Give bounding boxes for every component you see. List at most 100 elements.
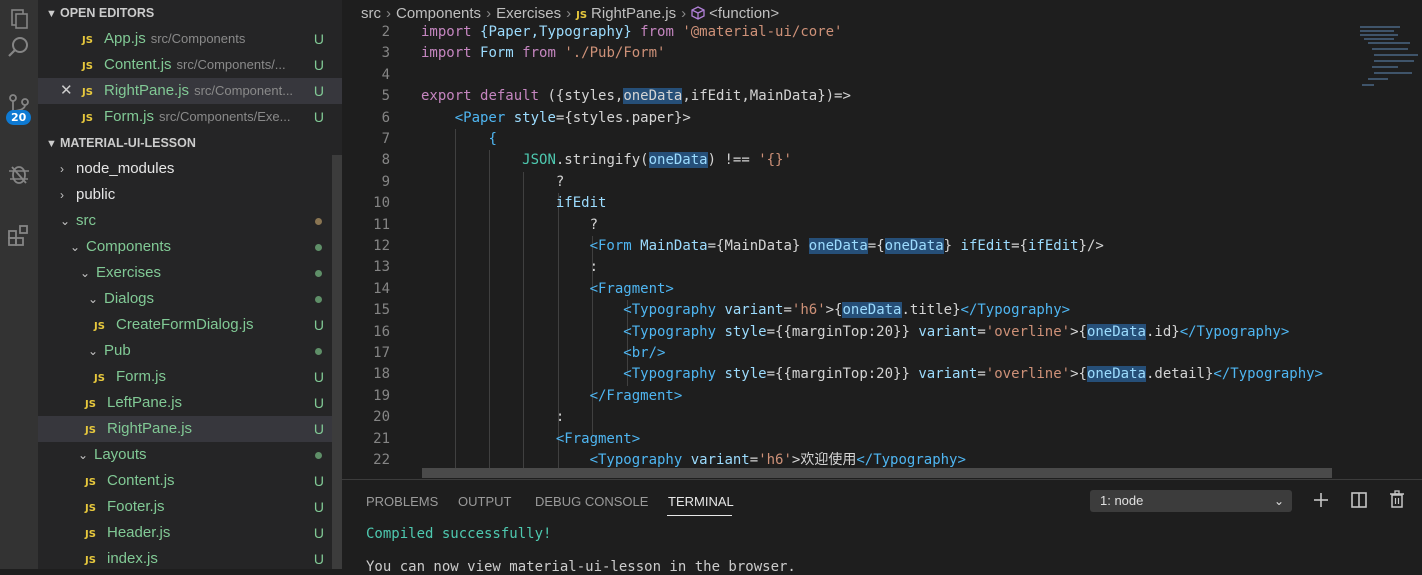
folder-layouts[interactable]: ⌄ Layouts xyxy=(38,442,342,468)
git-status: U xyxy=(313,421,324,437)
file-item[interactable]: JS LeftPane.js U xyxy=(38,390,342,416)
extensions-icon[interactable] xyxy=(0,216,38,254)
open-editor-item[interactable]: JS Content.js src/Components/... U xyxy=(38,52,342,78)
sidebar-scrollbar[interactable] xyxy=(332,155,342,569)
untracked-dot xyxy=(315,270,322,277)
file-item[interactable]: JS Header.js U xyxy=(38,520,342,546)
git-status: U xyxy=(313,499,324,515)
trash-icon[interactable] xyxy=(1388,490,1406,508)
breadcrumb-item[interactable]: src xyxy=(361,5,381,22)
open-editor-item[interactable]: JS Form.js src/Components/Exe... U xyxy=(38,104,342,130)
chevron-down-icon: ▼ xyxy=(46,138,57,150)
chevron-right-icon: › xyxy=(681,5,687,22)
folder-pub[interactable]: ⌄ Pub xyxy=(38,338,342,364)
folder-src[interactable]: ⌄ src xyxy=(38,208,342,234)
minimap[interactable] xyxy=(1352,22,1422,478)
file-item[interactable]: JS Form.js U xyxy=(38,364,342,390)
js-file-icon: JS xyxy=(94,373,105,384)
untracked-dot xyxy=(315,244,322,251)
minimap-line xyxy=(1368,78,1388,80)
minimap-line xyxy=(1364,38,1394,40)
chevron-down-icon: ⌄ xyxy=(80,266,91,280)
breadcrumb-file[interactable]: RightPane.js xyxy=(591,5,676,22)
js-file-icon: JS xyxy=(82,61,93,72)
chevron-down-icon: ⌄ xyxy=(1273,494,1284,508)
minimap-line xyxy=(1372,48,1408,50)
breadcrumb-item[interactable]: Exercises xyxy=(496,5,561,22)
js-file-icon: JS xyxy=(85,425,96,436)
file-item[interactable]: JS Footer.js U xyxy=(38,494,342,520)
git-status: U xyxy=(313,369,324,385)
scm-badge: 20 xyxy=(6,110,32,125)
git-status: U xyxy=(313,83,324,99)
code-editor[interactable]: 2 import {Paper,Typography} from '@materi… xyxy=(342,22,1352,474)
folder-node-modules[interactable]: › node_modules xyxy=(38,156,342,182)
minimap-line xyxy=(1360,34,1398,36)
breadcrumb-symbol[interactable]: <function> xyxy=(709,5,779,22)
untracked-dot xyxy=(315,452,322,459)
chevron-down-icon: ⌄ xyxy=(78,448,89,462)
minimap-line xyxy=(1368,42,1410,44)
tab-output[interactable]: OUTPUT xyxy=(458,494,511,509)
tab-terminal[interactable]: TERMINAL xyxy=(668,494,734,509)
chevron-down-icon: ⌄ xyxy=(60,214,71,228)
git-status: U xyxy=(313,57,324,73)
search-icon[interactable] xyxy=(0,28,38,66)
project-header[interactable]: ▼ MATERIAL-UI-LESSON xyxy=(38,130,342,156)
folder-components[interactable]: ⌄ Components xyxy=(38,234,342,260)
minimap-line xyxy=(1374,72,1412,74)
chevron-right-icon: › xyxy=(566,5,572,22)
minimap-line xyxy=(1374,60,1414,62)
chevron-down-icon: ⌄ xyxy=(88,292,99,306)
modified-dot xyxy=(315,218,322,225)
untracked-dot xyxy=(315,296,322,303)
cube-icon xyxy=(691,6,705,20)
terminal-output-line: Compiled successfully! xyxy=(366,526,552,542)
git-status: U xyxy=(313,551,324,567)
terminal-select[interactable]: 1: node ⌄ xyxy=(1090,490,1292,512)
split-terminal-icon[interactable] xyxy=(1350,491,1368,509)
chevron-down-icon: ▼ xyxy=(46,8,57,20)
chevron-right-icon: › xyxy=(386,5,391,22)
chevron-right-icon: › xyxy=(60,188,64,202)
open-editor-item-active[interactable]: ✕ JS RightPane.js src/Component... U xyxy=(38,78,342,104)
chevron-down-icon: ⌄ xyxy=(70,240,81,254)
file-item[interactable]: JS index.js U xyxy=(38,546,342,569)
tab-problems[interactable]: PROBLEMS xyxy=(366,494,438,509)
git-status: U xyxy=(313,109,324,125)
minimap-line xyxy=(1374,54,1418,56)
explorer-sidebar: ▼ OPEN EDITORS JS App.js src/Components U J… xyxy=(38,0,342,569)
activity-bar: 20 xyxy=(0,0,38,569)
open-editor-item[interactable]: JS App.js src/Components U xyxy=(38,26,342,52)
open-editors-header[interactable]: ▼ OPEN EDITORS xyxy=(38,0,342,26)
chevron-right-icon: › xyxy=(486,5,492,22)
breadcrumb-item[interactable]: Components xyxy=(396,5,481,22)
add-terminal-icon[interactable] xyxy=(1312,491,1330,509)
folder-public[interactable]: › public xyxy=(38,182,342,208)
git-status: U xyxy=(313,31,324,47)
git-status: U xyxy=(313,395,324,411)
terminal-output-line: You can now view material-ui-lesson in t… xyxy=(366,559,796,575)
chevron-right-icon: › xyxy=(60,162,64,176)
js-file-icon: JS xyxy=(94,321,105,332)
folder-exercises[interactable]: ⌄ Exercises xyxy=(38,260,342,286)
tab-debug-console[interactable]: DEBUG CONSOLE xyxy=(535,494,648,509)
js-file-icon: JS xyxy=(82,113,93,124)
git-status: U xyxy=(313,317,324,333)
js-file-icon: JS xyxy=(576,10,588,21)
folder-dialogs[interactable]: ⌄ Dialogs xyxy=(38,286,342,312)
debug-icon[interactable] xyxy=(0,154,38,192)
minimap-line xyxy=(1362,84,1374,86)
minimap-line xyxy=(1360,30,1394,32)
file-item-active[interactable]: JS RightPane.js U xyxy=(38,416,342,442)
git-status: U xyxy=(313,473,324,489)
js-file-icon: JS xyxy=(82,87,93,98)
close-icon[interactable]: ✕ xyxy=(60,78,73,104)
js-file-icon: JS xyxy=(85,399,96,410)
file-item[interactable]: JS Content.js U xyxy=(38,468,342,494)
js-file-icon: JS xyxy=(85,529,96,540)
editor-horizontal-scrollbar[interactable] xyxy=(422,468,1332,478)
minimap-line xyxy=(1360,26,1400,28)
file-item[interactable]: JS CreateFormDialog.js U xyxy=(38,312,342,338)
bottom-panel: PROBLEMS OUTPUT DEBUG CONSOLE TERMINAL 1… xyxy=(342,480,1422,575)
